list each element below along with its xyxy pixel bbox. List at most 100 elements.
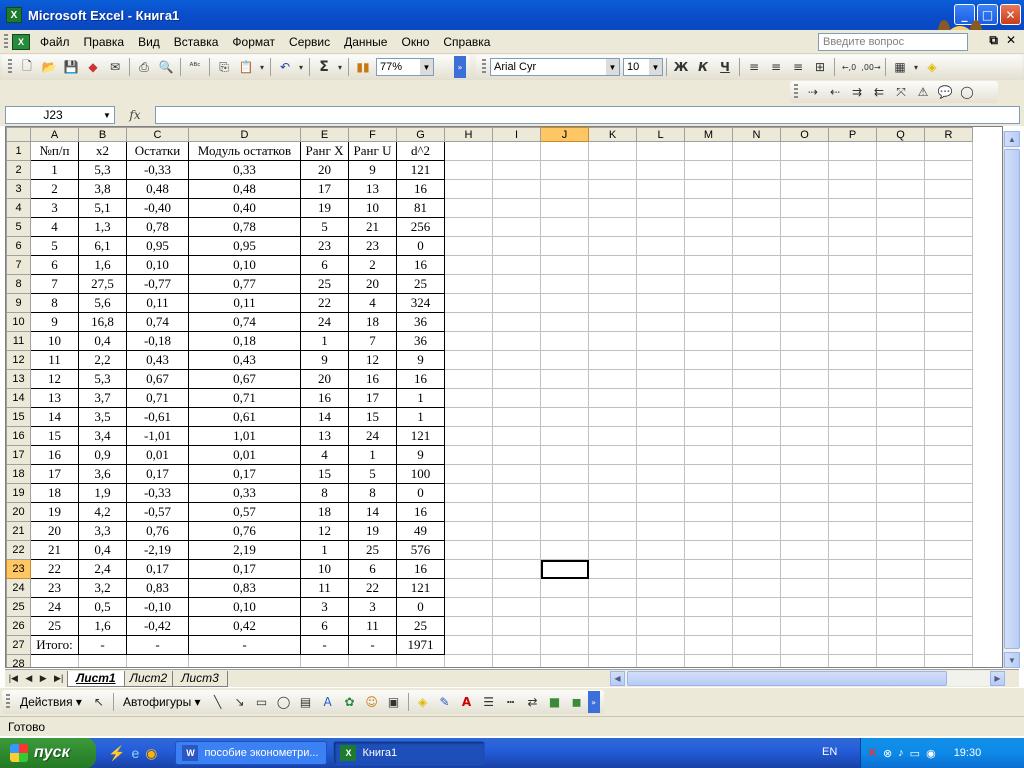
cell-k21[interactable] [588,521,637,541]
help-question-input[interactable]: Введите вопрос [818,33,968,51]
cell-c28[interactable] [126,654,189,667]
cell-a15[interactable]: 14 [30,407,79,427]
cell-n16[interactable] [732,426,781,446]
cell-q25[interactable] [876,597,925,617]
cell-h2[interactable] [444,160,493,180]
menu-file[interactable]: Файл [34,33,78,51]
task-excel-book[interactable]: X Книга1 [333,741,486,765]
chart-wizard-icon[interactable]: ▮▮ [352,57,374,77]
cell-d7[interactable]: 0,10 [188,255,301,275]
cell-l7[interactable] [636,255,685,275]
cell-l9[interactable] [636,293,685,313]
cell-p18[interactable] [828,464,877,484]
cell-k9[interactable] [588,293,637,313]
cell-h15[interactable] [444,407,493,427]
align-center-icon[interactable]: ≡ [765,57,787,77]
cell-n5[interactable] [732,217,781,237]
worksheet-grid[interactable]: ABCDEFGHIJKLMNOPQR 1 №п/п x2 Остатки Модуль … [5,126,1003,668]
cell-e27[interactable]: - [300,635,349,655]
cell-p16[interactable] [828,426,877,446]
cell-o6[interactable] [780,236,829,256]
cell-j6[interactable] [540,236,589,256]
cell-h12[interactable] [444,350,493,370]
cell-c17[interactable]: 0,01 [126,445,189,465]
cell-g22[interactable]: 576 [396,540,445,560]
autoshapes-menu[interactable]: Автофигуры ▾ [117,695,207,709]
cell-h6[interactable] [444,236,493,256]
cell-p26[interactable] [828,616,877,636]
wordart-icon[interactable]: A [317,692,339,712]
cell-q13[interactable] [876,369,925,389]
cell-g10[interactable]: 36 [396,312,445,332]
cell-d9[interactable]: 0,11 [188,293,301,313]
cell-c8[interactable]: -0,77 [126,274,189,294]
cell-r17[interactable] [924,445,973,465]
cell-p11[interactable] [828,331,877,351]
cell-m15[interactable] [684,407,733,427]
cell-e13[interactable]: 20 [300,369,349,389]
cell-d24[interactable]: 0,83 [188,578,301,598]
column-header-d[interactable]: D [188,127,301,142]
cell-b21[interactable]: 3,3 [78,521,127,541]
cell-k18[interactable] [588,464,637,484]
column-header-n[interactable]: N [732,127,781,142]
cell-m23[interactable] [684,559,733,579]
cell-g3[interactable]: 16 [396,179,445,199]
cell-k7[interactable] [588,255,637,275]
cell-j20[interactable] [540,502,589,522]
cell-k27[interactable] [588,635,637,655]
cell-k12[interactable] [588,350,637,370]
cell-f14[interactable]: 17 [348,388,397,408]
cell-p5[interactable] [828,217,877,237]
cell-f6[interactable]: 23 [348,236,397,256]
cell-h8[interactable] [444,274,493,294]
cell-g5[interactable]: 256 [396,217,445,237]
row-header[interactable]: 23 [6,559,31,579]
cell-o27[interactable] [780,635,829,655]
cell-n24[interactable] [732,578,781,598]
cell-g13[interactable]: 16 [396,369,445,389]
cell-g8[interactable]: 25 [396,274,445,294]
cell-a6[interactable]: 5 [30,236,79,256]
close-button[interactable]: ✕ [1000,4,1021,25]
cell-b5[interactable]: 1,3 [78,217,127,237]
font-color-icon[interactable]: A [456,692,478,712]
cell-j26[interactable] [540,616,589,636]
cell-b3[interactable]: 3,8 [78,179,127,199]
cell-k1[interactable] [588,141,637,161]
cell-b28[interactable] [78,654,127,667]
row-header[interactable]: 19 [6,483,31,503]
increase-decimal-icon[interactable]: ←,0 [838,57,860,77]
cell-k26[interactable] [588,616,637,636]
fill-color-icon[interactable]: ◈ [921,57,943,77]
cell-a14[interactable]: 13 [30,388,79,408]
cell-r2[interactable] [924,160,973,180]
cell-q18[interactable] [876,464,925,484]
drawing-toolbar-grip[interactable] [6,694,10,710]
cell-c19[interactable]: -0,33 [126,483,189,503]
internet-explorer-icon[interactable]: e [131,745,139,762]
select-objects-icon[interactable]: ↖ [88,692,110,712]
cell-k8[interactable] [588,274,637,294]
paste-icon[interactable]: 📋 [235,57,257,77]
cell-f16[interactable]: 24 [348,426,397,446]
cell-j2[interactable] [540,160,589,180]
cell-q3[interactable] [876,179,925,199]
column-header-l[interactable]: L [636,127,685,142]
cell-p25[interactable] [828,597,877,617]
row-header[interactable]: 28 [6,654,31,667]
column-header-j[interactable]: J [540,127,589,142]
cell-r14[interactable] [924,388,973,408]
cell-o19[interactable] [780,483,829,503]
cell-k28[interactable] [588,654,637,667]
cell-c13[interactable]: 0,67 [126,369,189,389]
cell-h16[interactable] [444,426,493,446]
cell-a3[interactable]: 2 [30,179,79,199]
cell-g16[interactable]: 121 [396,426,445,446]
cell-f13[interactable]: 16 [348,369,397,389]
cell-h3[interactable] [444,179,493,199]
spelling-icon[interactable]: ᴬᴮᶜ [184,57,206,77]
cell-e17[interactable]: 4 [300,445,349,465]
cell-r5[interactable] [924,217,973,237]
cell-j15[interactable] [540,407,589,427]
